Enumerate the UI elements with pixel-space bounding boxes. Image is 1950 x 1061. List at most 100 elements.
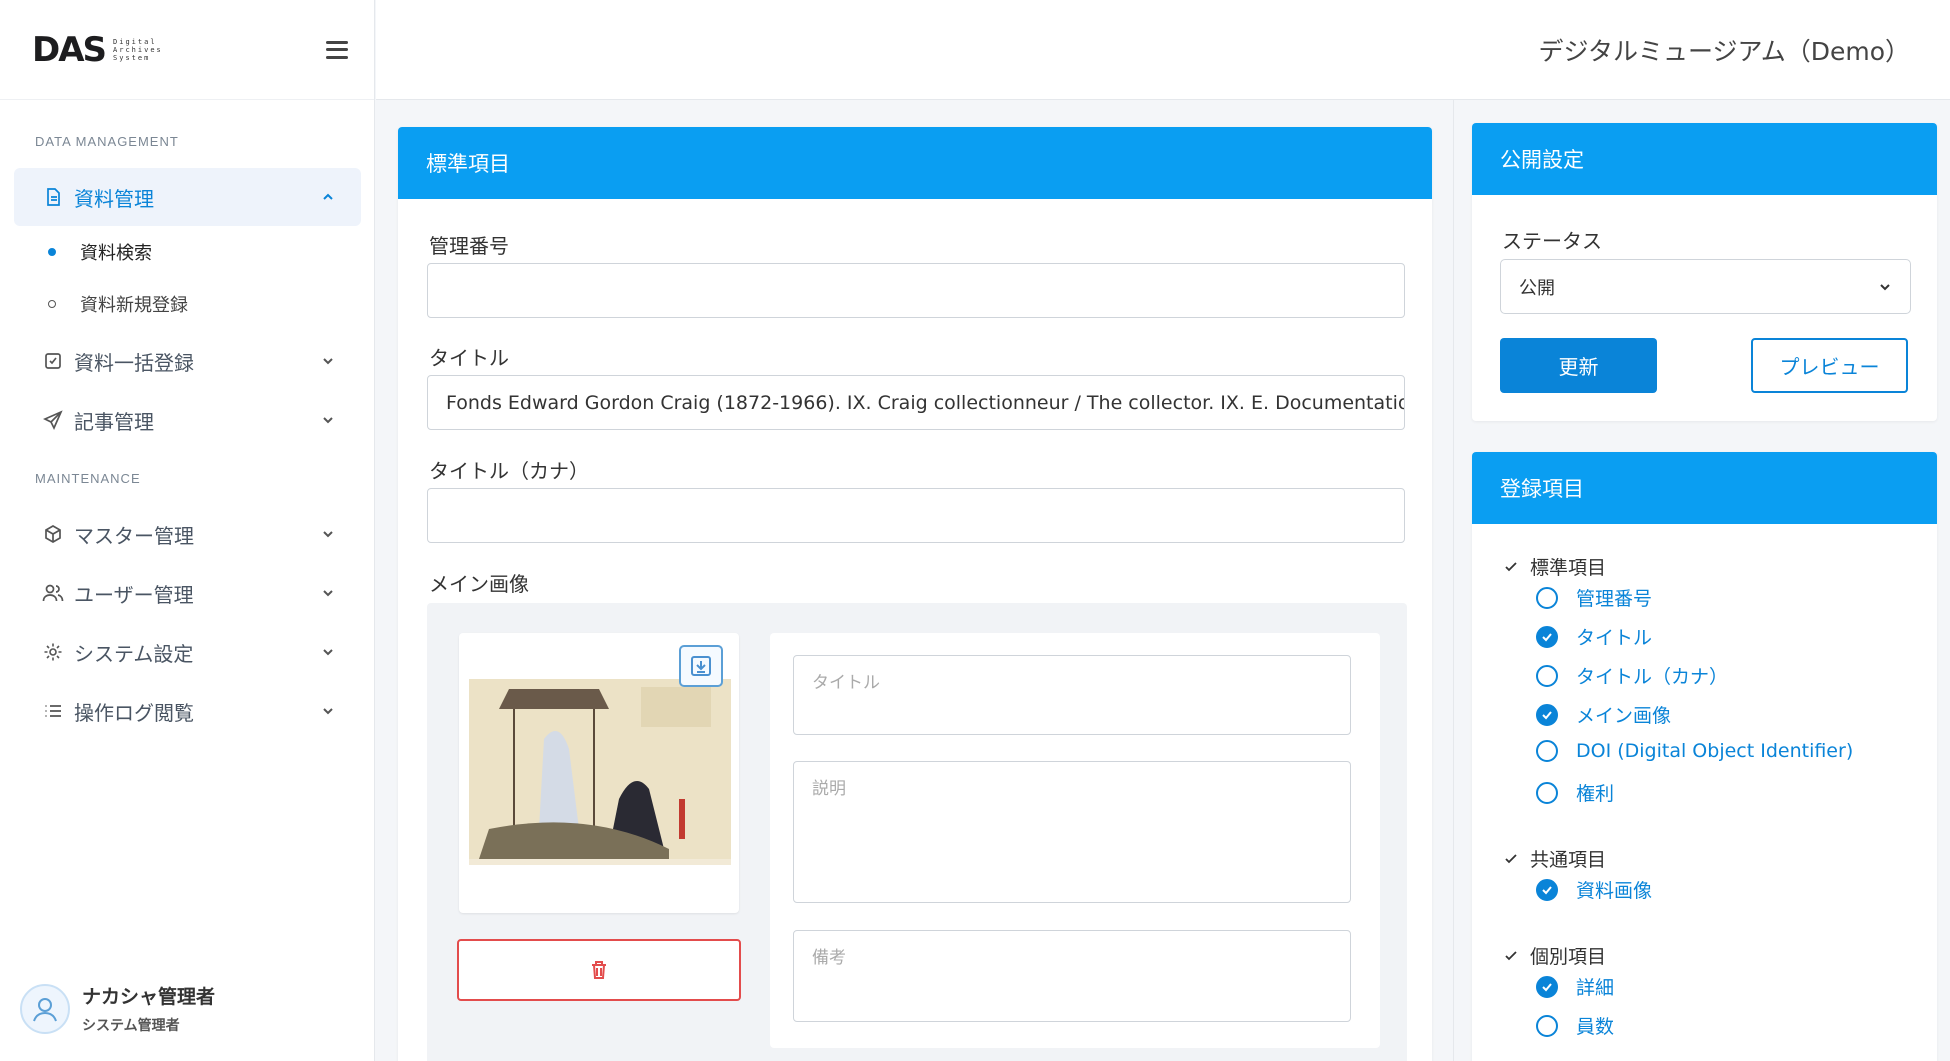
main-image-thumbnail[interactable]	[469, 679, 731, 865]
card-header: 公開設定	[1472, 123, 1937, 195]
chevron-down-icon	[323, 590, 333, 597]
list-icon	[42, 700, 64, 722]
image-description-input[interactable]: 説明	[793, 761, 1351, 903]
field-label-kanri: 管理番号	[429, 234, 509, 258]
option-label: タイトル（カナ）	[1576, 666, 1729, 688]
title-kana-input[interactable]	[427, 488, 1405, 543]
option-rights[interactable]: 権利	[1536, 779, 1614, 806]
radio-empty-icon	[1536, 781, 1558, 804]
sidebar-item-articles[interactable]: 記事管理	[14, 391, 361, 449]
field-label-kana: タイトル（カナ）	[429, 459, 589, 483]
sidebar-item-label: ユーザー管理	[74, 582, 194, 607]
sidebar-subitem-new[interactable]: 資料新規登録	[0, 278, 375, 330]
gear-icon	[42, 641, 64, 663]
field-label-image: メイン画像	[429, 572, 529, 596]
group-standard[interactable]: 標準項目	[1504, 553, 1606, 580]
sidebar-subitem-label: 資料検索	[80, 243, 152, 264]
option-title[interactable]: タイトル	[1536, 623, 1652, 650]
avatar	[20, 983, 70, 1034]
user-role: システム管理者	[82, 1018, 180, 1034]
preview-button[interactable]: プレビュー	[1751, 338, 1908, 393]
option-kanri[interactable]: 管理番号	[1536, 584, 1652, 611]
group-common[interactable]: 共通項目	[1504, 845, 1606, 872]
radio-empty-icon	[1536, 586, 1558, 609]
sidebar-item-users[interactable]: ユーザー管理	[14, 564, 361, 622]
user-box[interactable]: ナカシャ管理者 システム管理者	[20, 982, 215, 1035]
chevron-down-icon	[323, 417, 333, 424]
logo-mark: DAS	[32, 29, 107, 70]
right-panel: 公開設定 ステータス 公開 更新 プレビュー 登録項目 標準項目 管理番号 タイ…	[1454, 100, 1950, 1061]
chevron-down-icon	[323, 358, 333, 365]
sidebar: DAS Digital Archives System DATA MANAGEM…	[0, 0, 375, 1061]
sidebar-item-label: システム設定	[74, 641, 194, 666]
sidebar-item-label: 資料一括登録	[74, 350, 194, 375]
chevron-down-icon	[323, 531, 333, 538]
paper-plane-icon	[42, 409, 64, 431]
option-label: DOI (Digital Object Identifier)	[1576, 740, 1854, 762]
document-icon	[42, 186, 64, 208]
sidebar-item-shiryo[interactable]: 資料管理	[14, 168, 361, 226]
registration-items-card: 登録項目 標準項目 管理番号 タイトル タイトル（カナ） メイン画像 DOI (…	[1472, 452, 1937, 1061]
radio-empty-icon	[1536, 664, 1558, 687]
section-label-data: DATA MANAGEMENT	[35, 134, 179, 149]
sidebar-item-master[interactable]: マスター管理	[14, 505, 361, 563]
sidebar-item-label: 記事管理	[74, 409, 154, 434]
delete-image-button[interactable]	[457, 939, 741, 1001]
section-label-maintenance: MAINTENANCE	[35, 471, 141, 486]
sidebar-item-label: 操作ログ閲覧	[74, 700, 194, 725]
check-circle-icon	[1536, 975, 1558, 998]
standard-fields-card: 標準項目 管理番号 タイトル Fonds Edward Gordon Craig…	[398, 127, 1432, 1061]
logo-bar: DAS Digital Archives System	[0, 0, 374, 100]
bullet-icon	[48, 248, 56, 256]
option-doi[interactable]: DOI (Digital Object Identifier)	[1536, 740, 1853, 762]
publish-settings-card: 公開設定 ステータス 公開 更新 プレビュー	[1472, 123, 1937, 421]
logo[interactable]: DAS Digital Archives System	[32, 30, 163, 70]
checkbox-icon	[42, 350, 64, 372]
group-individual[interactable]: 個別項目	[1504, 942, 1606, 969]
download-icon	[691, 656, 711, 676]
app-title: デジタルミュージアム（Demo）	[1538, 36, 1910, 66]
status-select-value: 公開	[1519, 277, 1555, 299]
users-icon	[42, 582, 64, 604]
update-button[interactable]: 更新	[1500, 338, 1657, 393]
logo-sub-line: Digital	[113, 37, 157, 46]
sidebar-item-bulk[interactable]: 資料一括登録	[14, 332, 361, 390]
option-count[interactable]: 員数	[1536, 1012, 1614, 1039]
sidebar-item-logs[interactable]: 操作ログ閲覧	[14, 682, 361, 740]
chevron-down-icon	[323, 708, 333, 715]
image-note-input[interactable]: 備考	[793, 930, 1351, 1022]
option-main-image[interactable]: メイン画像	[1536, 701, 1671, 728]
sidebar-item-settings[interactable]: システム設定	[14, 623, 361, 681]
group-label: 個別項目	[1530, 946, 1607, 968]
option-label: タイトル	[1576, 627, 1653, 649]
main-content: 標準項目 管理番号 タイトル Fonds Edward Gordon Craig…	[376, 100, 1454, 1061]
topbar: デジタルミュージアム（Demo）	[376, 0, 1950, 100]
status-select[interactable]: 公開	[1500, 259, 1911, 314]
field-label-title: タイトル	[429, 346, 509, 370]
title-input[interactable]: Fonds Edward Gordon Craig (1872-1966). I…	[427, 375, 1405, 430]
radio-empty-icon	[1536, 740, 1558, 762]
user-name: ナカシャ管理者	[82, 986, 216, 1008]
download-button[interactable]	[679, 645, 723, 687]
check-circle-icon	[1536, 703, 1558, 726]
option-label: 員数	[1576, 1016, 1615, 1038]
box-icon	[42, 523, 64, 545]
logo-sub-line: System	[113, 53, 151, 62]
option-label: 管理番号	[1576, 588, 1653, 610]
status-label: ステータス	[1502, 229, 1602, 253]
image-title-input[interactable]: タイトル	[793, 655, 1351, 735]
kanri-number-input[interactable]	[427, 263, 1405, 318]
option-material-image[interactable]: 資料画像	[1536, 876, 1652, 903]
option-title-kana[interactable]: タイトル（カナ）	[1536, 662, 1728, 689]
trash-icon	[592, 961, 606, 979]
logo-sub-line: Archives	[113, 45, 163, 54]
option-detail[interactable]: 詳細	[1536, 973, 1614, 1000]
card-header: 標準項目	[398, 127, 1432, 199]
group-label: 標準項目	[1530, 557, 1607, 579]
option-label: 資料画像	[1576, 880, 1653, 902]
hamburger-menu-icon[interactable]	[326, 40, 348, 59]
bullet-icon	[48, 300, 56, 308]
radio-empty-icon	[1536, 1014, 1558, 1037]
chevron-down-icon	[1880, 283, 1890, 290]
sidebar-subitem-search[interactable]: 資料検索	[0, 226, 375, 278]
